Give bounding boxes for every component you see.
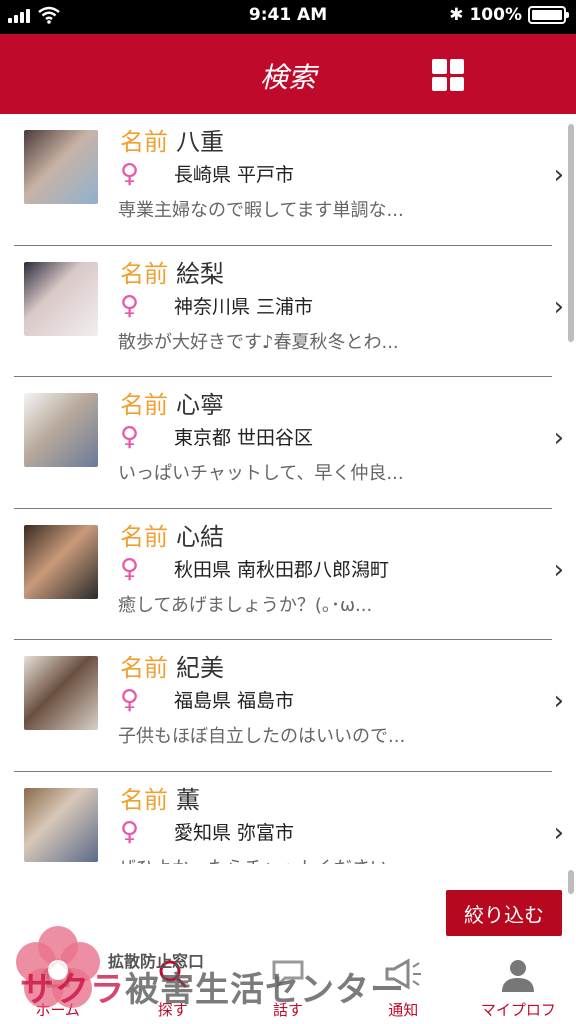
grid-view-icon[interactable] xyxy=(432,59,464,91)
page-title: 検索 xyxy=(259,61,316,94)
scrollbar[interactable] xyxy=(568,124,574,342)
profile-name: 薫 xyxy=(176,785,200,814)
profile-name: 心寧 xyxy=(176,391,224,419)
name-label: 名前 xyxy=(120,785,168,814)
chevron-right-icon: › xyxy=(553,554,564,585)
nav-header: 検索 xyxy=(0,34,576,114)
profile-list[interactable]: 名前 八重 ♀ 長崎県 平戸市 専業主婦なので暇してます単調な... › 名前 絵梨 ♀ 神奈川県… xyxy=(0,114,576,864)
avatar xyxy=(24,130,98,204)
list-item[interactable]: 名前薫 ♀ 愛知県 弥富市ぜひよかったらチャットください › xyxy=(14,772,564,865)
female-icon: ♀ xyxy=(120,816,140,847)
female-icon: ♀ xyxy=(120,159,140,189)
name-label: 名前 xyxy=(120,391,168,419)
person-icon xyxy=(502,960,535,992)
list-item[interactable]: 名前 心結 ♀ 秋田県 南秋田郡八郎潟町癒してあげましょうか？(｡･ω... › xyxy=(14,509,564,640)
chevron-right-icon: › xyxy=(553,423,564,453)
profile-location: 長崎県 平戸市 xyxy=(174,164,295,186)
female-icon: ♀ xyxy=(120,422,140,452)
watermark-title-b: 被害生活センター xyxy=(125,970,405,1010)
tab-label: マイプロフ xyxy=(480,1001,556,1019)
battery-percent: 100% xyxy=(469,5,522,25)
avatar xyxy=(24,261,98,336)
profile-message: 癒してあげましょうか？(｡･ω... xyxy=(118,594,373,616)
avatar xyxy=(24,524,98,599)
profile-message: 専業主婦なので暇してます単調な... xyxy=(118,200,404,221)
list-item[interactable]: 名前 絵梨 ♀ 神奈川県 三浦市散歩が大好きです♪春夏秋冬とわ... › xyxy=(14,246,564,377)
name-label: 名前 xyxy=(120,654,168,682)
avatar xyxy=(24,393,98,467)
list-item[interactable]: 名前 紀美 ♀ 福島県 福島市子供もほぼ自立したのはいいので... › xyxy=(14,640,564,772)
watermark-title-a: サクラ xyxy=(20,970,125,1010)
female-icon: ♀ xyxy=(120,553,140,584)
chevron-right-icon: › xyxy=(553,291,564,322)
profile-name: 八重 xyxy=(176,128,224,156)
profile-name: 心結 xyxy=(176,522,224,551)
profile-location: 東京都 世田谷区 xyxy=(174,427,314,449)
profile-message: ぜひよかったらチャットください xyxy=(118,854,452,865)
profile-location: 神奈川県 三浦市 xyxy=(174,295,314,318)
profile-location: 愛知県 弥富市 xyxy=(174,821,295,844)
status-bar: 9:41 AM ✱ 100% xyxy=(0,0,576,34)
chevron-right-icon: › xyxy=(553,686,564,716)
name-label: 名前 xyxy=(120,522,168,551)
watermark-title: サクラ被害生活センター xyxy=(20,962,405,1011)
profile-message: 散歩が大好きです♪春夏秋冬とわ... xyxy=(118,331,399,353)
profile-location: 福島県 福島市 xyxy=(174,690,295,712)
name-label: 名前 xyxy=(120,259,168,288)
female-icon: ♀ xyxy=(120,685,140,715)
scrollbar-secondary[interactable] xyxy=(568,870,574,894)
tab-myprofile[interactable]: マイプロフ xyxy=(461,948,576,1024)
profile-location: 秋田県 南秋田郡八郎潟町 xyxy=(174,558,390,581)
list-item[interactable]: 名前 心寧 ♀ 東京都 世田谷区いっぱいチャットして、早く仲良... › xyxy=(14,377,564,509)
chevron-right-icon: › xyxy=(553,160,564,190)
list-item[interactable]: 名前 八重 ♀ 長崎県 平戸市専業主婦なので暇してます単調な... › xyxy=(14,114,564,246)
filter-button[interactable]: 絞り込む xyxy=(446,890,562,936)
avatar xyxy=(24,787,98,862)
bluetooth-icon: ✱ xyxy=(449,5,464,25)
name-label: 名前 xyxy=(120,128,168,156)
profile-name: 絵梨 xyxy=(176,259,224,288)
profile-message: いっぱいチャットして、早く仲良... xyxy=(118,463,404,484)
battery-icon xyxy=(528,6,569,24)
profile-message: 子供もほぼ自立したのはいいので... xyxy=(118,726,406,747)
profile-name: 紀美 xyxy=(176,654,224,682)
avatar xyxy=(24,656,98,730)
chevron-right-icon: › xyxy=(553,817,564,848)
female-icon: ♀ xyxy=(120,290,140,321)
